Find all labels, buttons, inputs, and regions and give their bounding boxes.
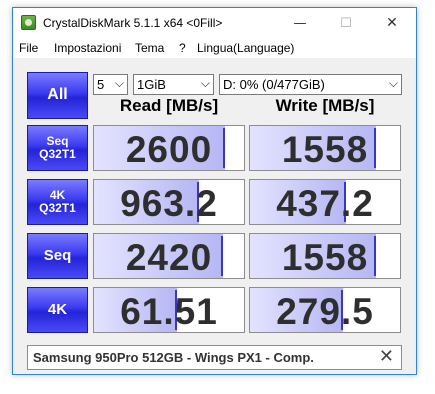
test-label-line1: Seq	[43, 247, 72, 265]
4k-write-result: 279.5	[249, 287, 401, 333]
result-value: 963.2	[120, 183, 218, 224]
seq-write-result: 1558	[249, 233, 401, 279]
4k-q32t1-read-result: 963.2	[93, 179, 245, 225]
drive-select[interactable]: D: 0% (0/477GiB) ⌵	[219, 74, 402, 95]
benchmark-panel: All 5 ⌵ 1GiB ⌵ D: 0% (0/477GiB) ⌵ Read […	[13, 58, 416, 376]
result-value: 2600	[125, 129, 213, 170]
test-count-value: 5	[97, 77, 105, 92]
result-value: 2420	[125, 237, 213, 278]
seq-q32t1-write-result: 1558	[249, 125, 401, 171]
menu-file[interactable]: File	[19, 41, 38, 55]
4k-button[interactable]: 4K	[27, 287, 88, 333]
4k-q32t1-write-result: 437.2	[249, 179, 401, 225]
result-value: 61.51	[120, 291, 218, 332]
test-size-select[interactable]: 1GiB ⌵	[133, 74, 214, 95]
chevron-down-icon: ⌵	[114, 76, 124, 90]
result-value: 1558	[281, 129, 369, 170]
read-column-header: Read [MB/s]	[119, 96, 219, 115]
comment-field[interactable]: Samsung 950Pro 512GB - Wings PX1 - Comp.…	[27, 345, 402, 370]
minimize-button[interactable]: —	[277, 8, 323, 38]
result-value: 437.2	[276, 183, 374, 224]
menu-bar: File Impostazioni Tema ? Lingua(Language…	[13, 38, 416, 58]
4k-read-result: 61.51	[93, 287, 245, 333]
test-label-line1: 4K	[47, 301, 68, 319]
run-all-button[interactable]: All	[27, 72, 88, 119]
test-label-line2: Q32T1	[39, 201, 76, 215]
result-value: 279.5	[276, 291, 374, 332]
write-column-header: Write [MB/s]	[275, 96, 375, 115]
4k-q32t1-button[interactable]: 4K Q32T1	[27, 179, 88, 225]
crystaldiskmark-icon	[21, 15, 36, 30]
comment-text: Samsung 950Pro 512GB - Wings PX1 - Comp.	[33, 350, 314, 365]
chevron-down-icon: ⌵	[388, 76, 398, 90]
seq-q32t1-read-result: 2600	[93, 125, 245, 171]
seq-q32t1-button[interactable]: Seq Q32T1	[27, 125, 88, 171]
menu-tema[interactable]: Tema	[135, 41, 164, 55]
drive-value: D: 0% (0/477GiB)	[223, 77, 325, 92]
result-value: 1558	[281, 237, 369, 278]
menu-help[interactable]: ?	[179, 41, 186, 55]
menu-language[interactable]: Lingua(Language)	[197, 41, 294, 55]
seq-button[interactable]: Seq	[27, 233, 88, 279]
clear-comment-icon[interactable]: ✕	[379, 346, 394, 367]
test-count-select[interactable]: 5 ⌵	[93, 74, 128, 95]
test-label-line2: Q32T1	[39, 147, 76, 161]
chevron-down-icon: ⌵	[200, 76, 210, 90]
menu-impostazioni[interactable]: Impostazioni	[54, 41, 121, 55]
seq-read-result: 2420	[93, 233, 245, 279]
app-window: CrystalDiskMark 5.1.1 x64 <0Fill> — ☐ ✕ …	[12, 7, 417, 375]
title-bar[interactable]: CrystalDiskMark 5.1.1 x64 <0Fill> — ☐ ✕	[13, 8, 416, 38]
test-size-value: 1GiB	[137, 77, 166, 92]
window-title: CrystalDiskMark 5.1.1 x64 <0Fill>	[43, 16, 223, 30]
maximize-button[interactable]: ☐	[323, 8, 369, 38]
close-button[interactable]: ✕	[369, 8, 415, 38]
